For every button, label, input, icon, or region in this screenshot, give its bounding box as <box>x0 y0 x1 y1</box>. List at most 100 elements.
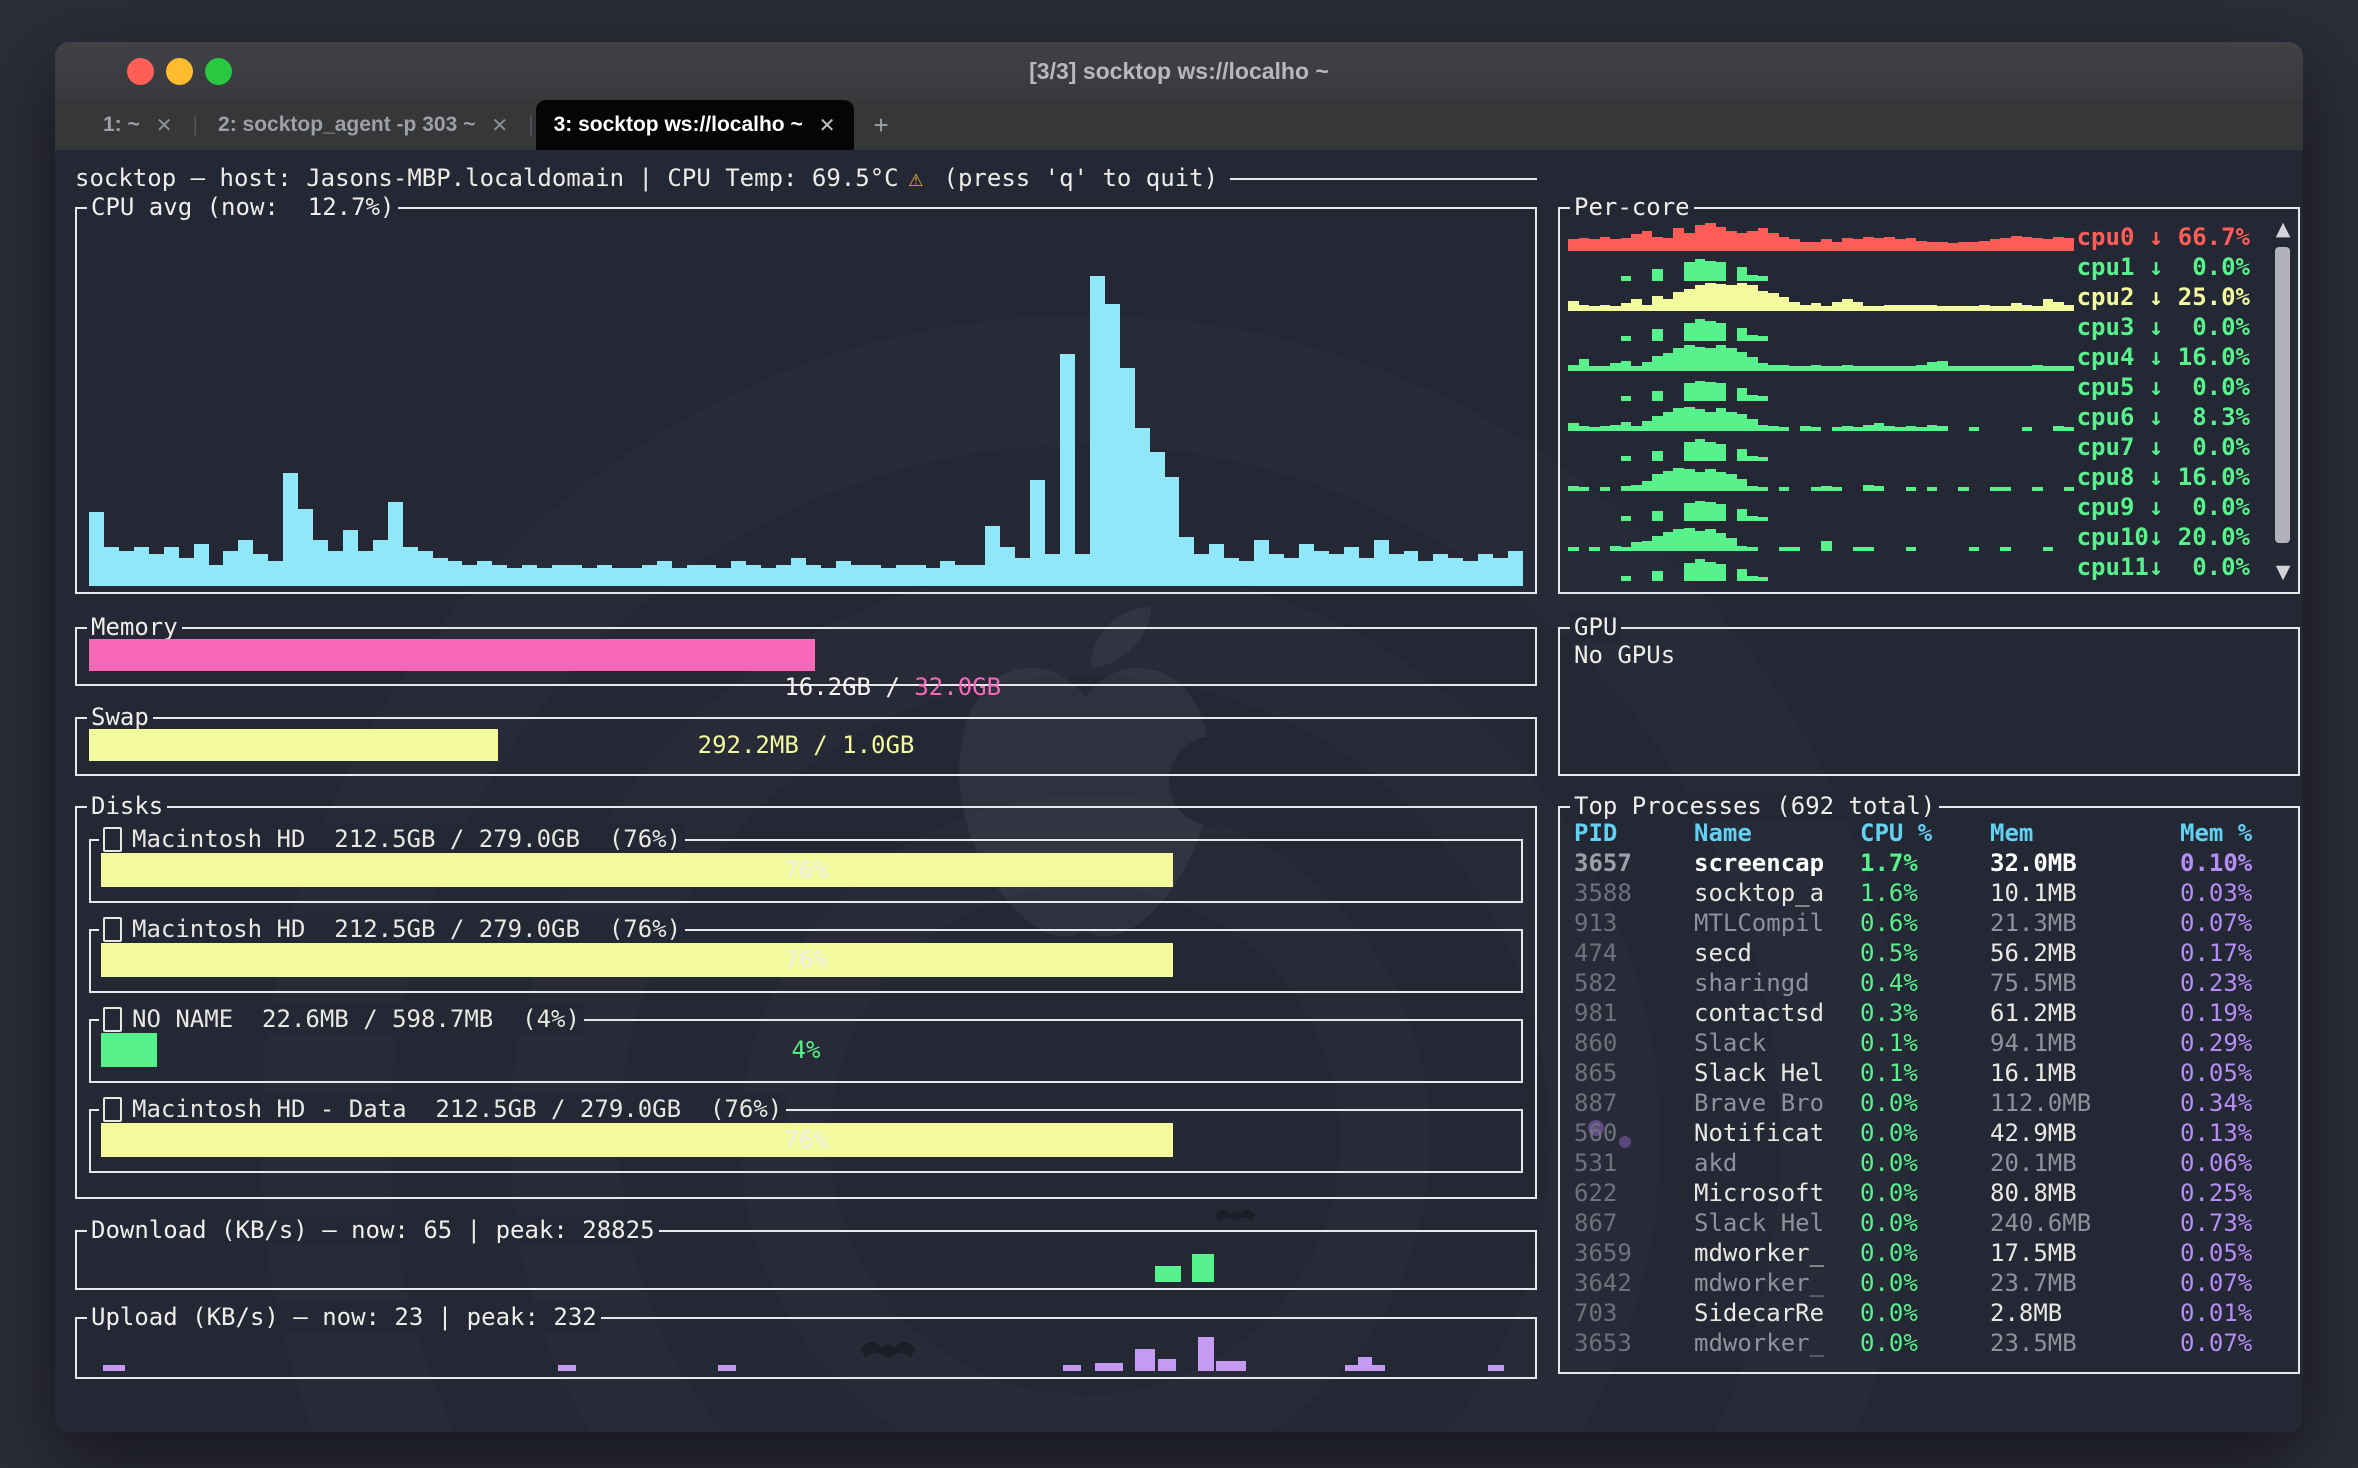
spark-bar <box>1652 329 1663 341</box>
core-row-cpu5: cpu5 ↓ 0.0% <box>1568 372 2286 402</box>
spark-bar <box>1642 231 1653 251</box>
process-cpu: 0.0% <box>1860 1148 1918 1178</box>
core-sparkline <box>1568 402 2074 431</box>
spark-bar <box>1631 426 1642 431</box>
core-row-cpu0: cpu0 ↓ 66.7% <box>1568 222 2286 252</box>
spark-bar <box>2022 237 2033 251</box>
process-mem-pct: 0.07% <box>2180 1328 2252 1358</box>
spark-bar <box>1832 366 1843 371</box>
spark-bar <box>1958 306 1969 311</box>
spark-bar <box>1927 425 1938 431</box>
new-tab-button[interactable]: + <box>854 110 909 141</box>
process-cpu: 0.0% <box>1860 1208 1918 1238</box>
spark-bar <box>1969 547 1980 551</box>
cpu-bar <box>537 568 552 586</box>
spark-bar <box>1758 487 1769 491</box>
close-window-button[interactable] <box>127 58 154 85</box>
process-cpu: 0.0% <box>1860 1268 1918 1298</box>
spark-bar <box>1811 365 1822 371</box>
core-sparkline <box>1568 462 2074 491</box>
spark-bar <box>1758 276 1769 281</box>
disk-info: NO NAME 22.6MB / 598.7MB (4%) <box>132 1004 580 1034</box>
process-mem-pct: 0.34% <box>2180 1088 2252 1118</box>
spark-bar <box>1716 323 1727 341</box>
scrollbar-thumb[interactable] <box>2275 247 2290 543</box>
tab-close-icon[interactable]: ✕ <box>819 113 836 138</box>
tab-1[interactable]: 1: ~✕ <box>85 100 191 150</box>
spark-bar <box>1621 516 1632 521</box>
process-mem: 10.1MB <box>1990 878 2077 908</box>
spark-bar <box>1684 503 1695 521</box>
cpu-bar <box>687 565 702 586</box>
spark-bar <box>1916 365 1927 371</box>
core-row-cpu9: cpu9 ↓ 0.0% <box>1568 492 2286 522</box>
tab-2[interactable]: 2: socktop_agent -p 303 ~✕ <box>200 100 526 150</box>
scroll-down-icon[interactable]: ▼ <box>2272 560 2294 584</box>
core-scrollbar[interactable]: ▲ ▼ <box>2272 217 2294 584</box>
spark-bar <box>1621 486 1632 491</box>
spark-bar <box>1853 366 1864 371</box>
core-row-cpu2: cpu2 ↓ 25.0% <box>1568 282 2286 312</box>
spark-bar <box>1990 487 2001 491</box>
core-label: cpu5 ↓ 0.0% <box>2077 372 2250 402</box>
process-pid: 3653 <box>1574 1328 1632 1358</box>
process-name: SidecarRe <box>1694 1298 1824 1328</box>
spark-bar <box>1652 536 1663 551</box>
spark-bar <box>1673 468 1684 491</box>
process-name: Slack Hel <box>1694 1058 1824 1088</box>
window-titlebar[interactable]: [3/3] socktop ws://localho ~ <box>55 42 2303 100</box>
cpu-bar <box>1075 554 1090 586</box>
spark-bar <box>1631 542 1642 551</box>
process-name: Notificat <box>1694 1118 1824 1148</box>
spark-bar <box>1600 237 1611 251</box>
process-pid: 860 <box>1574 1028 1617 1058</box>
spark-bar <box>1684 528 1695 551</box>
spark-bar <box>1874 486 1885 491</box>
column-header-mem: Mem <box>1990 818 2033 848</box>
download-bar <box>1192 1254 1214 1282</box>
cpu-bar <box>492 565 507 586</box>
spark-bar <box>1789 239 1800 251</box>
spark-bar <box>1768 426 1779 431</box>
spark-bar <box>1948 243 1959 251</box>
tab-close-icon[interactable]: ✕ <box>491 113 508 138</box>
cpu-bar <box>985 526 1000 586</box>
terminal-window: [3/3] socktop ws://localho ~ 1: ~✕|2: so… <box>55 42 2303 1432</box>
spark-bar <box>1990 366 2001 371</box>
cpu-bar <box>746 565 761 586</box>
spark-bar <box>1610 425 1621 431</box>
process-mem-pct: 0.05% <box>2180 1058 2252 1088</box>
spark-bar <box>1895 366 1906 371</box>
spark-bar <box>1695 472 1706 491</box>
core-row-cpu4: cpu4 ↓ 16.0% <box>1568 342 2286 372</box>
spark-bar <box>1958 366 1969 371</box>
disk-usage-bar: 76% <box>101 943 1511 977</box>
scroll-up-icon[interactable]: ▲ <box>2272 217 2294 241</box>
disks-panel-title: Disks <box>87 791 167 821</box>
upload-chart <box>89 1319 1523 1371</box>
spark-bar <box>2064 366 2075 371</box>
process-mem: 240.6MB <box>1990 1208 2091 1238</box>
spark-bar <box>1789 366 1800 371</box>
spark-bar <box>1842 238 1853 251</box>
cpu-bar <box>582 568 597 586</box>
tab-bar: 1: ~✕|2: socktop_agent -p 303 ~✕|3: sock… <box>55 100 2303 150</box>
tab-3[interactable]: 3: socktop ws://localho ~✕ <box>536 100 854 150</box>
spark-bar <box>1958 242 1969 251</box>
spark-bar <box>1737 352 1748 371</box>
spark-bar <box>1568 423 1579 431</box>
minimize-window-button[interactable] <box>166 58 193 85</box>
spark-bar <box>1695 381 1706 401</box>
zoom-window-button[interactable] <box>205 58 232 85</box>
cpu-bar <box>1314 551 1329 586</box>
spark-bar <box>1705 412 1716 431</box>
tab-close-icon[interactable]: ✕ <box>156 113 173 138</box>
spark-bar <box>1673 292 1684 311</box>
cpu-bar <box>403 547 418 586</box>
spark-bar <box>1610 306 1621 311</box>
terminal-content: socktop — host: Jasons-MBP.localdomain |… <box>55 150 2303 1432</box>
process-name: Microsoft <box>1694 1178 1824 1208</box>
cpu-bar <box>701 565 716 586</box>
spark-bar <box>2064 427 2075 431</box>
spark-bar <box>2000 238 2011 251</box>
